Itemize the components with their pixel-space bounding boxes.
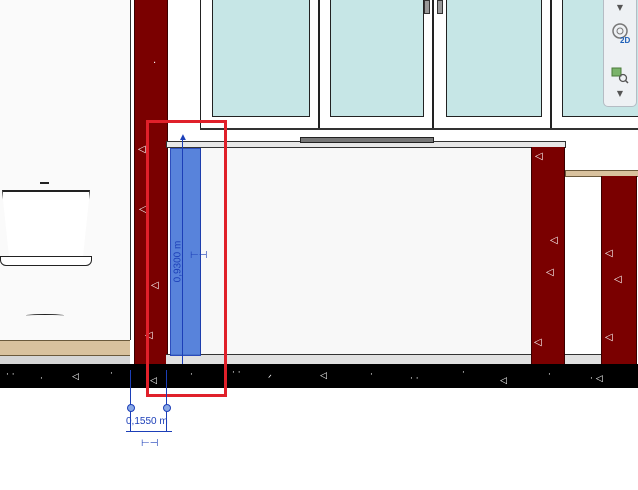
left-floor-strip xyxy=(0,340,130,356)
hatch-mark: ◁ xyxy=(138,144,146,155)
cabinet-divider xyxy=(432,0,434,128)
hatch-mark: · xyxy=(153,58,157,69)
sink-base xyxy=(0,256,92,266)
hatch-mark: ◁ xyxy=(614,274,622,285)
sink-tap xyxy=(40,182,49,184)
door-handle xyxy=(424,0,430,14)
2d-badge: 2D xyxy=(620,36,631,45)
left-base-strip xyxy=(0,356,130,364)
cabinet-glass-2 xyxy=(330,0,424,117)
cabinet-divider xyxy=(550,0,552,128)
cabinet-bottom-rail xyxy=(200,128,638,130)
hob-edge xyxy=(300,137,434,143)
cabinet-glass-1 xyxy=(212,0,310,117)
column-right[interactable]: ◁ ◁ ◁ xyxy=(601,176,637,364)
horizontal-dimension-line xyxy=(126,431,172,432)
cabinet-divider xyxy=(318,0,320,128)
horizontal-dimension-toggle[interactable]: ⊢⊣ xyxy=(141,438,158,449)
navigation-bar: 2D ▼ ▼ xyxy=(603,0,637,107)
door-handle xyxy=(437,0,443,14)
hatch-mark: ◁ xyxy=(605,332,613,343)
selection-highlight-box xyxy=(146,120,227,397)
column-middle[interactable]: ◁ ◁ ◁ ◁ xyxy=(531,147,565,364)
dimension-grip-left[interactable] xyxy=(127,404,135,412)
hatch-mark: ◁ xyxy=(534,337,542,348)
chevron-down-icon[interactable]: ▼ xyxy=(608,0,632,14)
sink-drain-line xyxy=(26,314,64,317)
concrete-slab: · · · ◁ · ◁ · · · ᐟ ◁ · · · · ◁ · · ◁ xyxy=(0,364,638,388)
zoom-region-icon[interactable] xyxy=(608,64,632,86)
chevron-down-icon[interactable]: ▼ xyxy=(608,86,632,100)
sink-bowl[interactable] xyxy=(2,190,90,257)
dimension-grip-right[interactable] xyxy=(163,404,171,412)
counter-body[interactable] xyxy=(200,147,532,355)
cabinet-glass-3 xyxy=(446,0,542,117)
horizontal-dimension-label[interactable]: 0,1550 m xyxy=(126,416,168,427)
hatch-mark: ◁ xyxy=(550,235,558,246)
hatch-mark: ◁ xyxy=(546,267,554,278)
left-wall-panel xyxy=(0,0,131,340)
hatch-mark: ◁ xyxy=(605,248,613,259)
hatch-mark: ◁ xyxy=(535,151,543,162)
